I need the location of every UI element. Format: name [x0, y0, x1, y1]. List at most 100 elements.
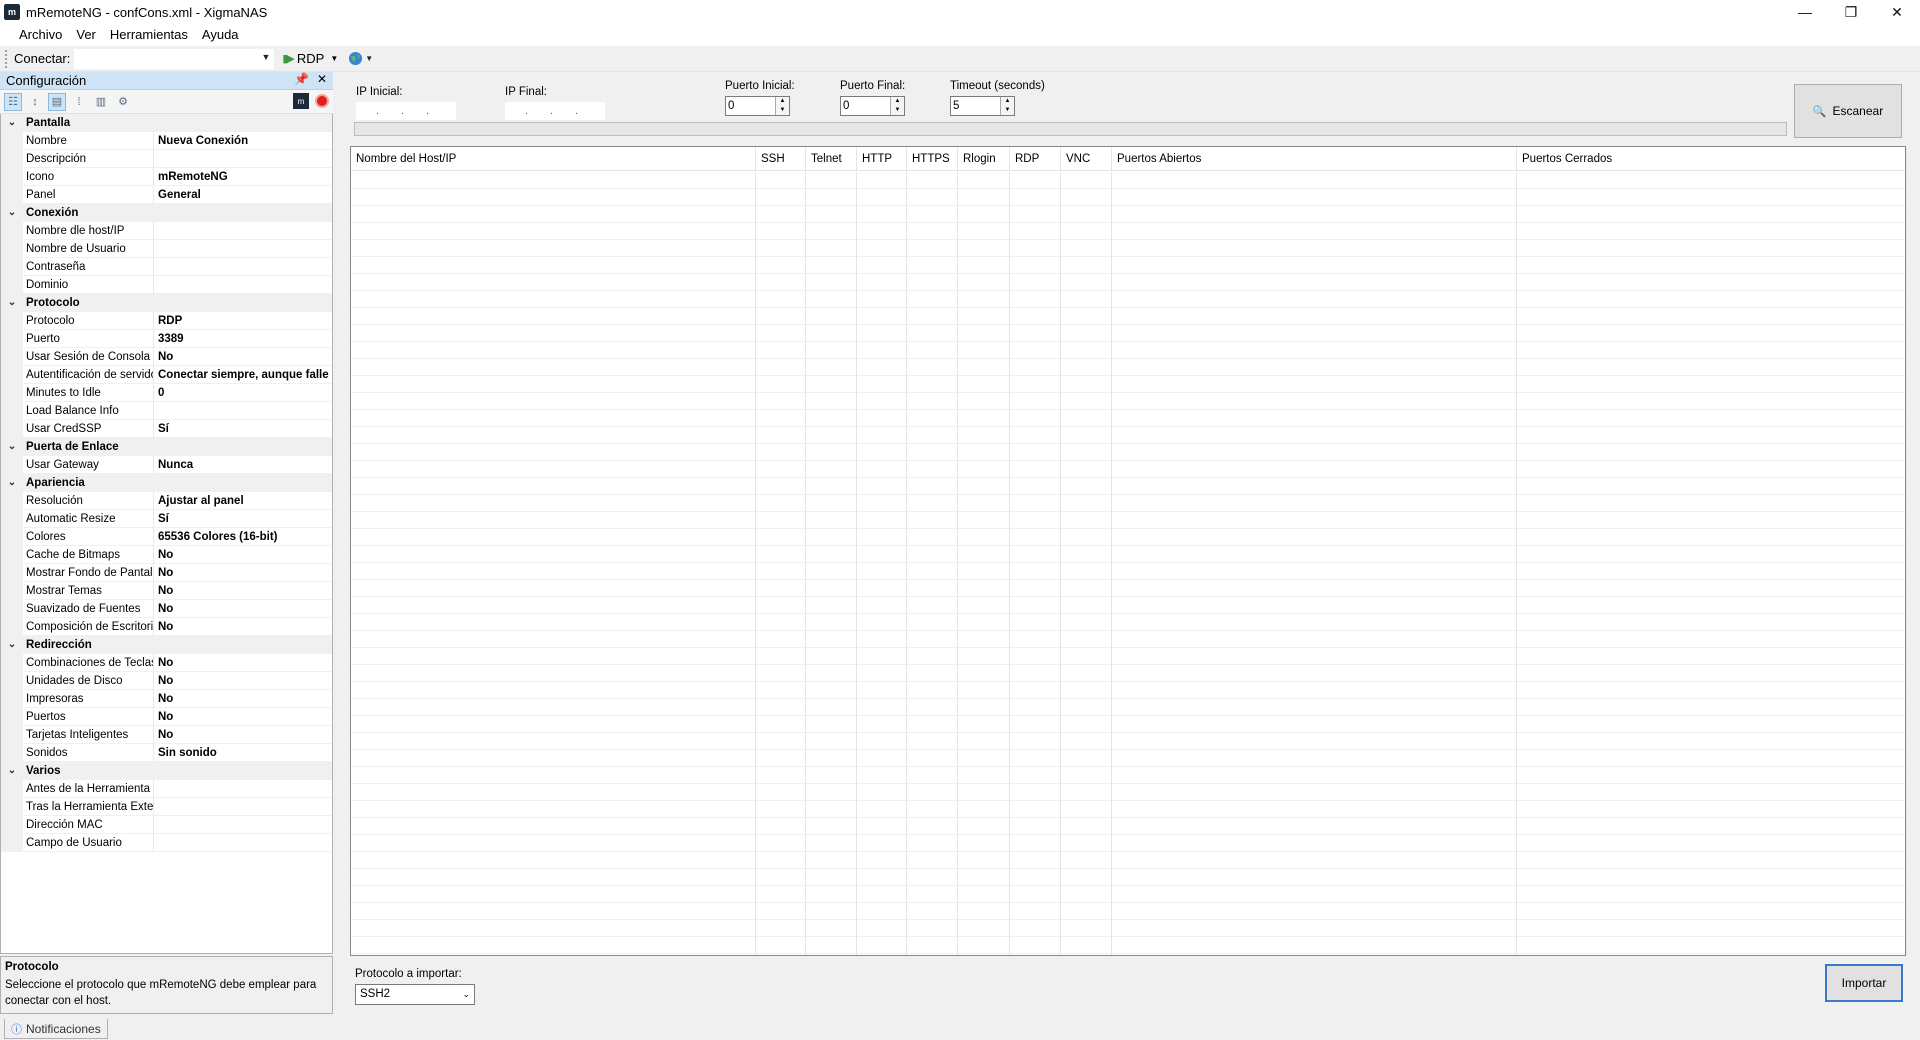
minimize-button[interactable]: —	[1782, 0, 1828, 24]
property-value[interactable]	[154, 816, 332, 834]
protocol-dropdown-button[interactable]: ▮▶ RDP ▼	[282, 51, 338, 66]
menu-herramientas[interactable]: Herramientas	[103, 24, 195, 46]
property-value[interactable]	[154, 834, 332, 852]
category-row[interactable]: ⌄ Conexión	[1, 204, 332, 222]
property-row[interactable]: Usar CredSSP Sí	[1, 420, 332, 438]
property-value[interactable]: RDP	[154, 312, 332, 330]
property-value[interactable]: No	[154, 690, 332, 708]
collapse-chevron-icon[interactable]: ⌄	[1, 204, 23, 222]
property-row[interactable]: Minutes to Idle 0	[1, 384, 332, 402]
property-row[interactable]: Panel General	[1, 186, 332, 204]
collapse-chevron-icon[interactable]: ⌄	[1, 294, 23, 312]
property-row[interactable]: Dominio	[1, 276, 332, 294]
column-header[interactable]: Nombre del Host/IP	[351, 147, 756, 170]
property-row[interactable]: Nombre dle host/IP	[1, 222, 332, 240]
host-status-icon[interactable]: m	[293, 93, 309, 109]
spin-arrows-icon[interactable]: ▲ ▼	[890, 97, 904, 115]
column-header[interactable]: HTTP	[857, 147, 907, 170]
property-row[interactable]: Composición de Escritori No	[1, 618, 332, 636]
property-value[interactable]: 0	[154, 384, 332, 402]
property-value[interactable]: No	[154, 546, 332, 564]
alphabetical-sort-icon[interactable]: ↕	[26, 93, 44, 111]
property-row[interactable]: Descripción	[1, 150, 332, 168]
menu-ayuda[interactable]: Ayuda	[195, 24, 246, 46]
property-value[interactable]: General	[154, 186, 332, 204]
collapse-chevron-icon[interactable]: ⌄	[1, 474, 23, 492]
property-row[interactable]: Cache de Bitmaps No	[1, 546, 332, 564]
restore-button[interactable]: ❐	[1828, 0, 1874, 24]
categorized-view-icon[interactable]: ☷	[4, 92, 22, 111]
column-header[interactable]: SSH	[756, 147, 806, 170]
property-row[interactable]: Combinaciones de Teclas No	[1, 654, 332, 672]
property-value[interactable]: No	[154, 348, 332, 366]
property-row[interactable]: Colores 65536 Colores (16-bit)	[1, 528, 332, 546]
property-value[interactable]: Nueva Conexión	[154, 132, 332, 150]
scan-button[interactable]: 🔍 Escanear	[1794, 84, 1902, 138]
close-button[interactable]: ✕	[1874, 0, 1920, 24]
property-row[interactable]: Resolución Ajustar al panel	[1, 492, 332, 510]
property-value[interactable]: 3389	[154, 330, 332, 348]
property-row[interactable]: Sonidos Sin sonido	[1, 744, 332, 762]
category-row[interactable]: ⌄ Puerta de Enlace	[1, 438, 332, 456]
record-icon[interactable]	[315, 94, 329, 108]
property-row[interactable]: Mostrar Fondo de Pantall No	[1, 564, 332, 582]
toolbar-grip[interactable]	[5, 49, 8, 68]
chevron-down-icon[interactable]: ▼	[261, 52, 270, 62]
spin-arrows-icon[interactable]: ▲ ▼	[1000, 97, 1014, 115]
property-row[interactable]: Autentificación de servido Conectar siemp…	[1, 366, 332, 384]
import-protocol-select[interactable]: SSH2 ⌄	[355, 984, 475, 1005]
collapse-chevron-icon[interactable]: ⌄	[1, 762, 23, 780]
property-row[interactable]: Nombre Nueva Conexión	[1, 132, 332, 150]
property-value[interactable]: Nunca	[154, 456, 332, 474]
property-row[interactable]: Icono mRemoteNG	[1, 168, 332, 186]
connect-combobox[interactable]: ▼	[74, 48, 275, 69]
close-icon[interactable]: ✕	[317, 72, 327, 86]
property-value[interactable]: No	[154, 672, 332, 690]
column-header[interactable]: VNC	[1061, 147, 1112, 170]
tab-notificaciones[interactable]: ⓘ Notificaciones	[4, 1019, 108, 1039]
spin-arrows-icon[interactable]: ▲ ▼	[775, 97, 789, 115]
property-value[interactable]: Sí	[154, 420, 332, 438]
inheritance-view-icon[interactable]: ⁞	[70, 93, 88, 111]
default-properties-icon[interactable]: ▥	[92, 93, 110, 111]
property-value[interactable]: No	[154, 582, 332, 600]
properties-view-icon[interactable]: ▤	[48, 92, 66, 111]
column-header[interactable]: Rlogin	[958, 147, 1010, 170]
column-header[interactable]: RDP	[1010, 147, 1061, 170]
timeout-stepper[interactable]: 5 ▲ ▼	[950, 96, 1015, 116]
ip-start-input[interactable]: ...	[356, 102, 456, 120]
property-row[interactable]: Unidades de Disco No	[1, 672, 332, 690]
property-row[interactable]: Tarjetas Inteligentes No	[1, 726, 332, 744]
globe-dropdown-button[interactable]: ▼	[348, 51, 373, 66]
column-header[interactable]: HTTPS	[907, 147, 958, 170]
property-value[interactable]: Conectar siempre, aunque falle la	[154, 366, 332, 384]
property-row[interactable]: Campo de Usuario	[1, 834, 332, 852]
property-value[interactable]: Sí	[154, 510, 332, 528]
category-row[interactable]: ⌄ Protocolo	[1, 294, 332, 312]
port-end-stepper[interactable]: 0 ▲ ▼	[840, 96, 905, 116]
property-grid[interactable]: ⌄ Pantalla Nombre Nueva Conexión Descripción…	[0, 114, 333, 954]
property-value[interactable]: No	[154, 600, 332, 618]
property-row[interactable]: Impresoras No	[1, 690, 332, 708]
scan-results-list[interactable]: Nombre del Host/IP SSH Telnet HTTP HTTPS Rlog…	[350, 146, 1907, 956]
menu-archivo[interactable]: Archivo	[12, 24, 69, 46]
category-row[interactable]: ⌄ Pantalla	[1, 114, 332, 132]
property-value[interactable]: No	[154, 618, 332, 636]
port-start-stepper[interactable]: 0 ▲ ▼	[725, 96, 790, 116]
import-button[interactable]: Importar	[1825, 964, 1903, 1002]
property-row[interactable]: Puerto 3389	[1, 330, 332, 348]
property-value[interactable]	[154, 222, 332, 240]
property-value[interactable]: No	[154, 564, 332, 582]
column-header[interactable]: Telnet	[806, 147, 857, 170]
property-value[interactable]	[154, 780, 332, 798]
property-value[interactable]: Sin sonido	[154, 744, 332, 762]
collapse-chevron-icon[interactable]: ⌄	[1, 438, 23, 456]
property-row[interactable]: Contraseña	[1, 258, 332, 276]
category-row[interactable]: ⌄ Redirección	[1, 636, 332, 654]
property-row[interactable]: Protocolo RDP	[1, 312, 332, 330]
pin-icon[interactable]: 📌	[294, 72, 309, 86]
property-row[interactable]: Automatic Resize Sí	[1, 510, 332, 528]
category-row[interactable]: ⌄ Apariencia	[1, 474, 332, 492]
property-value[interactable]	[154, 276, 332, 294]
category-row[interactable]: ⌄ Varios	[1, 762, 332, 780]
